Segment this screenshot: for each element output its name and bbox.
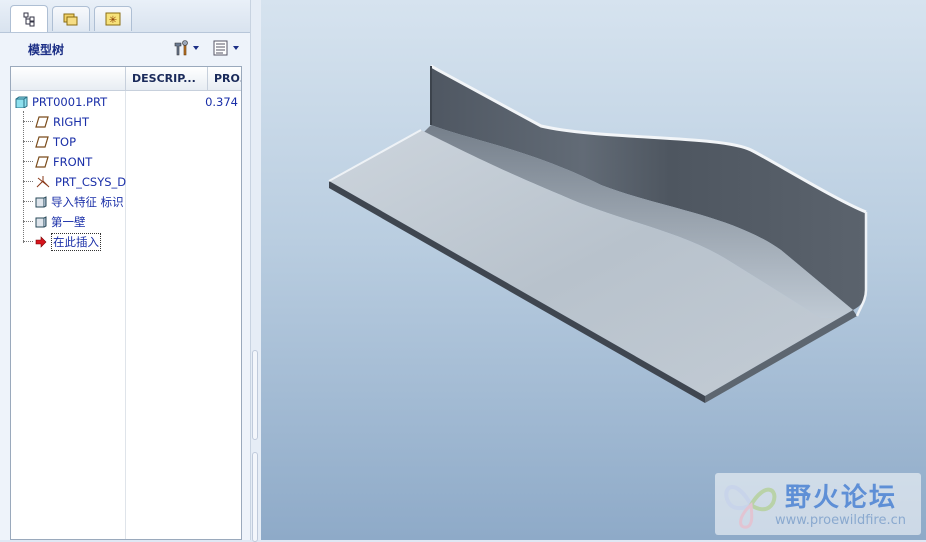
datum-plane-icon	[35, 156, 49, 168]
butterfly-logo-icon	[724, 485, 777, 529]
show-list-icon	[213, 40, 228, 56]
tree-item-label: FRONT	[53, 155, 93, 169]
chevron-down-icon	[193, 46, 199, 50]
tree-item-root[interactable]: PRT0001.PRT	[15, 92, 107, 112]
tree-item-csys[interactable]: PRT_CSYS_D	[35, 172, 126, 192]
tree-item-label: 第一壁	[51, 215, 86, 229]
tree-item-label: 在此插入	[51, 233, 101, 251]
tree-item-label: PRT0001.PRT	[32, 95, 108, 109]
column-header-description[interactable]: DESCRIP...	[126, 67, 208, 91]
model-tree[interactable]: DESCRIP... PRO... PRT0001.PRT 0.374 RIGH…	[10, 66, 242, 540]
root-property-value: 0.374	[205, 95, 238, 109]
watermark: 野火论坛 www.proewildfire.cn	[715, 473, 921, 535]
coordinate-system-icon	[36, 176, 50, 188]
favorites-icon: ✳	[105, 12, 121, 26]
svg-text:✳: ✳	[109, 15, 117, 26]
settings-dropdown-button[interactable]	[172, 38, 200, 58]
tree-item-top[interactable]: TOP	[35, 132, 76, 152]
model-tree-panel: ✳ 模型树 DESCRIP... PRO...	[0, 0, 251, 540]
tab-folder-browser[interactable]	[52, 6, 90, 31]
tree-item-label: 导入特征 标识	[51, 195, 124, 209]
folder-browser-icon	[63, 13, 78, 26]
column-header-property[interactable]: PRO...	[208, 67, 241, 91]
datum-plane-icon	[35, 116, 49, 128]
tree-item-label: TOP	[53, 135, 77, 149]
settings-tools-icon	[174, 40, 188, 56]
sheetmetal-part-model	[328, 64, 868, 403]
datum-plane-icon	[35, 136, 49, 148]
tree-item-right[interactable]: RIGHT	[35, 112, 89, 132]
show-dropdown-button[interactable]	[212, 38, 240, 58]
splitter-grip[interactable]	[252, 452, 258, 542]
column-header-name[interactable]	[11, 67, 126, 91]
model-tree-icon	[23, 12, 35, 27]
feature-icon	[35, 216, 47, 228]
watermark-title: 野火论坛	[785, 483, 898, 513]
tab-favorites[interactable]: ✳	[94, 6, 132, 31]
tab-model-tree[interactable]	[10, 5, 48, 32]
tree-item-first-wall[interactable]: 第一壁	[35, 212, 86, 232]
tree-item-label: PRT_CSYS_D	[55, 175, 127, 189]
part-icon	[15, 96, 28, 108]
tree-item-label: RIGHT	[53, 115, 89, 129]
splitter-grip[interactable]	[252, 350, 258, 440]
insert-here-arrow-icon	[35, 236, 47, 248]
chevron-down-icon	[233, 46, 239, 50]
panel-header: 模型树	[0, 33, 250, 63]
tree-item-import-feature[interactable]: 导入特征 标识	[35, 192, 124, 212]
panel-title: 模型树	[28, 43, 65, 57]
tree-item-front[interactable]: FRONT	[35, 152, 92, 172]
panel-tabstrip: ✳	[0, 0, 250, 33]
tree-connector	[23, 111, 24, 243]
graphics-viewport[interactable]	[261, 0, 926, 540]
column-separator	[125, 91, 126, 539]
watermark-url: www.proewildfire.cn	[775, 513, 906, 528]
feature-icon	[35, 196, 47, 208]
tree-item-insert-here[interactable]: 在此插入	[35, 232, 101, 252]
